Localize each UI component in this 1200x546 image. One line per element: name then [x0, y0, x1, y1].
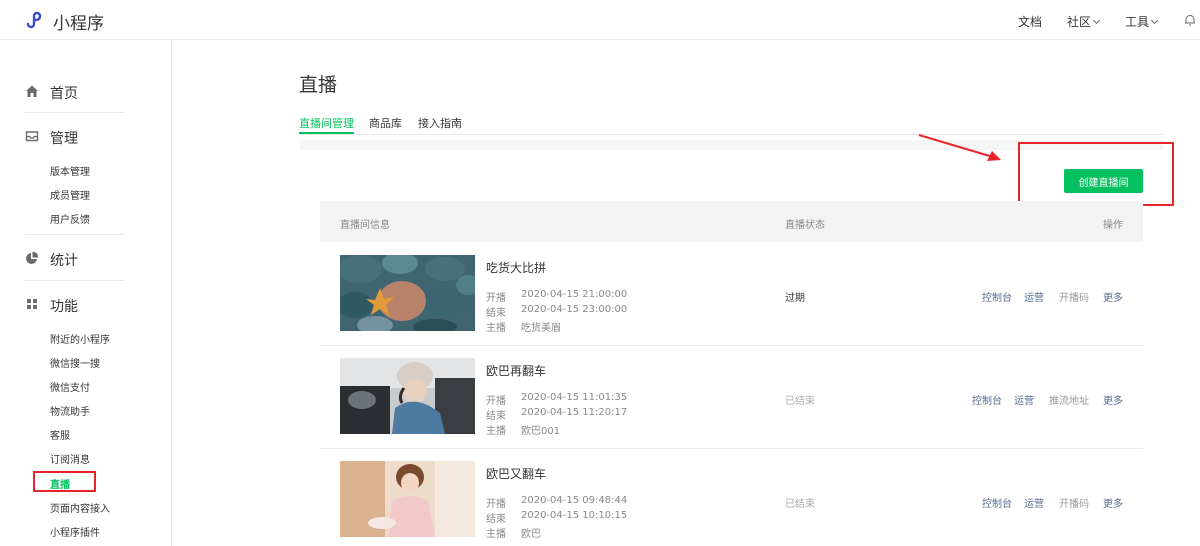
- pie-chart-icon: [26, 251, 39, 264]
- end-time: 2020-04-15 10:10:15: [521, 510, 628, 521]
- operate-link[interactable]: 运营: [1014, 392, 1034, 407]
- console-link[interactable]: 控制台: [982, 289, 1012, 304]
- chevron-down-icon: [1150, 16, 1159, 25]
- live-code-link[interactable]: 开播码: [1059, 289, 1089, 304]
- top-bar: 小程序 文档 社区 工具: [0, 0, 1200, 40]
- start-label: 开播: [486, 499, 506, 510]
- console-link[interactable]: 控制台: [972, 392, 1002, 407]
- status-badge: 已结束: [785, 396, 815, 407]
- room-title: 吃货大比拼: [486, 261, 547, 275]
- nav-community[interactable]: 社区: [1067, 13, 1101, 30]
- tab-goods[interactable]: 商品库: [369, 115, 402, 131]
- tab-live-manage[interactable]: 直播间管理: [299, 115, 354, 131]
- sidebar-item-plugin[interactable]: 小程序插件: [50, 524, 100, 539]
- nav-tools[interactable]: 工具: [1125, 13, 1159, 30]
- end-label: 结束: [486, 411, 506, 422]
- operate-link[interactable]: 运营: [1024, 495, 1044, 510]
- sidebar-divider: [25, 280, 125, 281]
- room-title: 欧巴再翻车: [486, 364, 547, 378]
- miniprogram-logo-icon[interactable]: [24, 9, 46, 31]
- grid-icon: [27, 299, 37, 309]
- annotation-arrow: [918, 134, 1001, 161]
- host-name: 吃货美眉: [521, 323, 561, 334]
- sidebar-item-pay[interactable]: 微信支付: [50, 379, 90, 394]
- tab-guide[interactable]: 接入指南: [418, 115, 462, 131]
- row-divider: [320, 345, 1143, 346]
- tab-divider: [299, 134, 1163, 135]
- row-divider: [320, 448, 1143, 449]
- room-title: 欧巴又翻车: [486, 467, 547, 481]
- sidebar-item-search[interactable]: 微信搜一搜: [50, 355, 100, 370]
- nav-community-label: 社区: [1067, 15, 1092, 29]
- header-status: 直播状态: [785, 220, 825, 231]
- sidebar-item-version[interactable]: 版本管理: [50, 163, 90, 178]
- sidebar-item-logistics[interactable]: 物流助手: [50, 403, 90, 418]
- sidebar-item-content[interactable]: 页面内容接入: [50, 500, 110, 515]
- end-label: 结束: [486, 308, 506, 319]
- end-time: 2020-04-15 23:00:00: [521, 304, 628, 315]
- status-badge: 已结束: [785, 499, 815, 510]
- bell-icon[interactable]: [1183, 13, 1197, 27]
- push-url-link[interactable]: 推流地址: [1049, 392, 1089, 407]
- brand-name[interactable]: 小程序: [53, 9, 104, 34]
- live-code-link[interactable]: 开播码: [1059, 495, 1089, 510]
- page-title: 直播: [299, 74, 338, 96]
- start-time: 2020-04-15 21:00:00: [521, 289, 628, 300]
- more-link[interactable]: 更多: [1103, 495, 1123, 510]
- nav-tools-label: 工具: [1125, 15, 1150, 29]
- active-tab-indicator: [299, 132, 354, 134]
- start-label: 开播: [486, 396, 506, 407]
- host-label: 主播: [486, 529, 506, 540]
- highlight-box-sidebar: [33, 471, 96, 492]
- status-badge: 过期: [785, 293, 805, 304]
- header-room-info: 直播间信息: [340, 220, 390, 231]
- host-label: 主播: [486, 323, 506, 334]
- nav-docs[interactable]: 文档: [1018, 13, 1042, 30]
- sidebar-item-nearby[interactable]: 附近的小程序: [50, 331, 110, 346]
- sidebar-item-members[interactable]: 成员管理: [50, 187, 90, 202]
- cover-image: [340, 358, 475, 434]
- more-link[interactable]: 更多: [1103, 289, 1123, 304]
- host-name: 欧巴: [521, 529, 541, 540]
- sidebar-item-stats[interactable]: 统计: [50, 250, 78, 270]
- cover-image: [340, 255, 475, 331]
- sidebar-section-features[interactable]: 功能: [50, 296, 78, 316]
- sidebar-divider: [25, 234, 125, 235]
- more-link[interactable]: 更多: [1103, 392, 1123, 407]
- start-time: 2020-04-15 09:48:44: [521, 495, 628, 506]
- sidebar-item-subscribe[interactable]: 订阅消息: [50, 451, 90, 466]
- sidebar-item-service[interactable]: 客服: [50, 427, 70, 442]
- console-link[interactable]: 控制台: [982, 495, 1012, 510]
- host-name: 欧巴001: [521, 426, 561, 437]
- end-time: 2020-04-15 11:20:17: [521, 407, 628, 418]
- highlight-box-create: [1018, 142, 1174, 206]
- inbox-icon: [25, 131, 39, 142]
- sidebar-section-manage[interactable]: 管理: [50, 128, 78, 148]
- sidebar-item-feedback[interactable]: 用户反馈: [50, 211, 90, 226]
- start-time: 2020-04-15 11:01:35: [521, 392, 628, 403]
- cover-image: [340, 461, 475, 537]
- operate-link[interactable]: 运营: [1024, 289, 1044, 304]
- sidebar-divider: [25, 112, 125, 113]
- host-label: 主播: [486, 426, 506, 437]
- header-ops: 操作: [1103, 220, 1123, 231]
- sidebar-item-home[interactable]: 首页: [50, 83, 78, 103]
- chevron-down-icon: [1092, 16, 1101, 25]
- end-label: 结束: [486, 514, 506, 525]
- start-label: 开播: [486, 293, 506, 304]
- home-icon: [26, 85, 38, 97]
- table-header: [320, 201, 1143, 242]
